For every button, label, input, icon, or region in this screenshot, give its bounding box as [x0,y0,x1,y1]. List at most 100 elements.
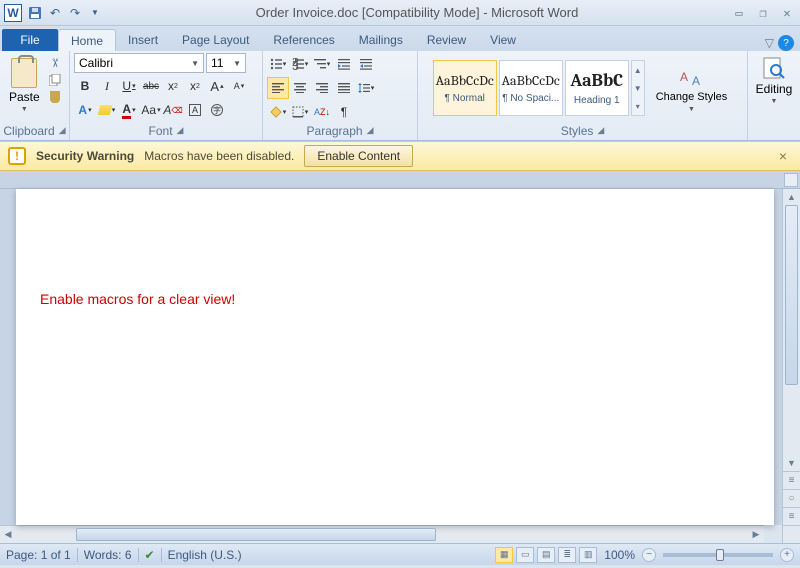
decrease-indent-button[interactable] [333,53,355,75]
font-color-button[interactable]: A▾ [118,99,140,121]
change-styles-label: Change Styles [656,91,728,103]
copy-icon[interactable] [47,72,63,88]
enable-content-button[interactable]: Enable Content [304,145,413,167]
vscroll-track[interactable] [783,205,800,455]
maximize-icon[interactable]: ❐ [754,6,772,20]
style-no-spacing[interactable]: AaBbCcDc¶ No Spaci... [499,60,563,116]
undo-icon[interactable]: ↶ [46,4,64,22]
shrink-font-button[interactable]: A▾ [228,75,250,97]
tab-file[interactable]: File [2,29,58,51]
zoom-level[interactable]: 100% [604,548,635,562]
tab-review[interactable]: Review [415,29,478,51]
status-page[interactable]: Page: 1 of 1 [6,548,71,562]
text-effects-button[interactable]: A▾ [74,99,96,121]
italic-button[interactable]: I [96,75,118,97]
justify-button[interactable] [333,77,355,99]
strikethrough-button[interactable]: abc [140,75,162,97]
scroll-down-icon[interactable]: ▼ [783,455,800,471]
scroll-left-icon[interactable]: ◀ [0,526,16,543]
web-layout-view-icon[interactable]: ▤ [537,547,555,563]
paragraph-group-label: Paragraph [307,124,363,138]
status-words[interactable]: Words: 6 [84,548,132,562]
tab-page-layout[interactable]: Page Layout [170,29,261,51]
subscript-button[interactable]: x2 [162,75,184,97]
scroll-right-icon[interactable]: ▶ [748,526,764,543]
show-marks-button[interactable]: ¶ [333,101,355,123]
shading-button[interactable]: ▾ [267,101,289,123]
proofing-icon[interactable]: ✔ [145,548,155,562]
fullscreen-reading-view-icon[interactable]: ▭ [516,547,534,563]
zoom-out-button[interactable]: − [642,548,656,562]
prev-page-icon[interactable]: ≡ [783,471,800,489]
styles-more-icon[interactable]: ▾ [632,97,644,115]
print-layout-view-icon[interactable]: ▦ [495,547,513,563]
style-normal[interactable]: AaBbCcDc¶ Normal [433,60,497,116]
editing-button[interactable]: Editing ▼ [751,53,798,108]
outline-view-icon[interactable]: ≣ [558,547,576,563]
zoom-slider[interactable] [663,553,773,557]
zoom-in-button[interactable]: + [780,548,794,562]
next-page-icon[interactable]: ≡ [783,507,800,525]
redo-icon[interactable]: ↷ [66,4,84,22]
align-center-button[interactable] [289,77,311,99]
enclose-chars-button[interactable]: 字 [206,99,228,121]
paragraph-dialog-launcher[interactable]: ◢ [367,125,374,136]
document-page[interactable]: Enable macros for a clear view! [16,189,774,525]
vscroll-thumb[interactable] [785,205,798,385]
bold-button[interactable]: B [74,75,96,97]
underline-button[interactable]: U▾ [118,75,140,97]
styles-down-icon[interactable]: ▼ [632,79,644,97]
styles-dialog-launcher[interactable]: ◢ [597,125,604,136]
font-size-combo[interactable]: ▼ [206,53,246,73]
save-icon[interactable] [26,4,44,22]
clear-formatting-button[interactable]: A⌫ [162,99,184,121]
ribbon: Paste ▼ ✂ Clipboard ◢ ▼ ▼ B I U▾ abc x2 [0,51,800,141]
font-dialog-launcher[interactable]: ◢ [177,125,184,136]
tab-mailings[interactable]: Mailings [347,29,415,51]
superscript-button[interactable]: x2 [184,75,206,97]
highlight-button[interactable]: ▾ [96,99,118,121]
change-case-button[interactable]: Aa▾ [140,99,162,121]
minimize-icon[interactable]: ▭ [730,6,748,20]
tab-insert[interactable]: Insert [116,29,170,51]
sort-button[interactable]: AZ↓ [311,101,333,123]
cut-icon[interactable]: ✂ [47,55,63,71]
browse-object-icon[interactable]: ○ [783,489,800,507]
increase-indent-button[interactable] [355,53,377,75]
line-spacing-button[interactable]: ▾ [355,77,377,99]
minimize-ribbon-icon[interactable]: ▽ [765,36,774,50]
qat-dropdown-icon[interactable]: ▼ [86,4,104,22]
zoom-slider-thumb[interactable] [716,549,724,561]
styles-up-icon[interactable]: ▲ [632,61,644,79]
security-close-icon[interactable]: × [774,148,792,164]
clipboard-group-label: Clipboard [3,124,54,138]
bullets-button[interactable]: ▾ [267,53,289,75]
ruler-toggle-button[interactable] [784,173,798,187]
tab-view[interactable]: View [478,29,528,51]
help-icon[interactable]: ? [778,35,794,51]
grow-font-button[interactable]: A▴ [206,75,228,97]
status-language[interactable]: English (U.S.) [168,548,242,562]
document-body-text[interactable]: Enable macros for a clear view! [40,291,750,307]
font-name-combo[interactable]: ▼ [74,53,204,73]
clipboard-dialog-launcher[interactable]: ◢ [59,125,66,136]
tab-references[interactable]: References [261,29,346,51]
style-heading-1[interactable]: AaBbCHeading 1 [565,60,629,116]
scroll-up-icon[interactable]: ▲ [783,189,800,205]
hscroll-thumb[interactable] [76,528,436,541]
change-styles-button[interactable]: AA Change Styles ▼ [651,60,733,115]
draft-view-icon[interactable]: ▥ [579,547,597,563]
font-name-input[interactable] [79,56,189,70]
numbering-button[interactable]: 123▾ [289,53,311,75]
font-size-input[interactable] [211,56,231,70]
close-icon[interactable]: ✕ [778,6,796,20]
borders-button[interactable]: ▾ [289,101,311,123]
tab-home[interactable]: Home [58,29,116,51]
multilevel-list-button[interactable]: ▾ [311,53,333,75]
paste-button[interactable]: Paste ▼ [4,53,45,116]
align-left-button[interactable] [267,77,289,99]
format-painter-icon[interactable] [47,89,63,105]
align-right-button[interactable] [311,77,333,99]
character-border-button[interactable]: A [184,99,206,121]
hscroll-track[interactable] [16,526,748,543]
